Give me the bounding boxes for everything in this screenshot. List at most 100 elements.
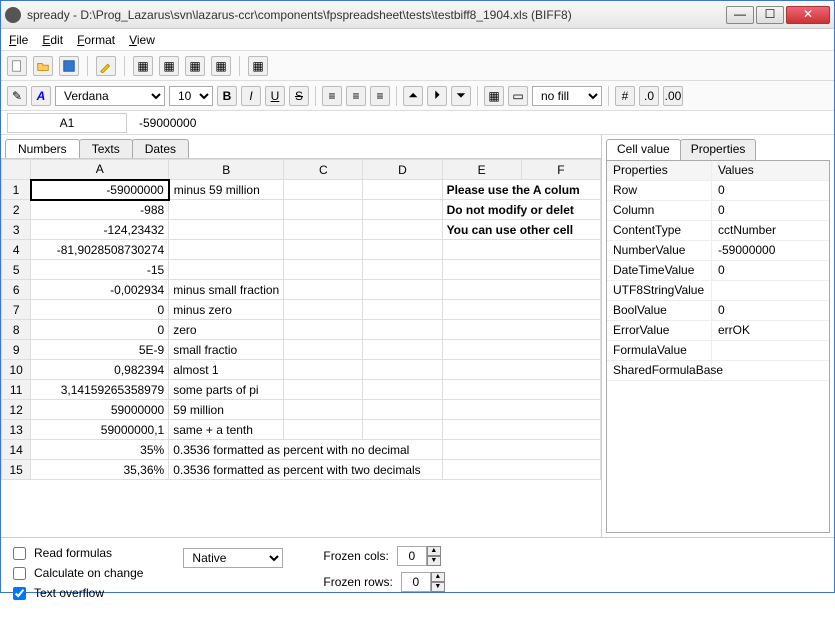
row-header[interactable]: 12 [2, 400, 31, 420]
align-left-icon[interactable]: ≡ [322, 86, 342, 106]
row-header[interactable]: 1 [2, 180, 31, 200]
cell[interactable]: -988 [31, 200, 169, 220]
menu-format[interactable]: Format [77, 33, 115, 47]
row-header[interactable]: 11 [2, 380, 31, 400]
col-header-B[interactable]: B [169, 160, 284, 180]
font-name-select[interactable]: Verdana [55, 86, 165, 106]
cell[interactable] [169, 240, 284, 260]
cell[interactable] [363, 260, 442, 280]
align-right-icon[interactable]: ≡ [370, 86, 390, 106]
cell[interactable] [284, 240, 363, 260]
cell[interactable] [169, 220, 284, 240]
cell[interactable]: small fractio [169, 340, 284, 360]
new-file-icon[interactable] [7, 56, 27, 76]
cell[interactable] [363, 400, 442, 420]
cell[interactable]: 35,36% [31, 460, 169, 480]
cell[interactable] [442, 240, 600, 260]
decimal-inc-icon[interactable]: .0 [639, 86, 659, 106]
cell[interactable]: zero [169, 320, 284, 340]
cell[interactable]: -0,002934 [31, 280, 169, 300]
cell[interactable] [363, 220, 442, 240]
cell[interactable] [284, 280, 363, 300]
col-header-D[interactable]: D [363, 160, 442, 180]
col-header-C[interactable]: C [284, 160, 363, 180]
cell[interactable] [442, 400, 600, 420]
row-header[interactable]: 3 [2, 220, 31, 240]
cell[interactable] [284, 200, 363, 220]
spreadsheet-grid[interactable]: ABCDEF1 -59000000 minus 59 million Pleas… [1, 159, 601, 537]
font-size-select[interactable]: 10 [169, 86, 213, 106]
cell[interactable]: -124,23432 [31, 220, 169, 240]
row-header[interactable]: 2 [2, 200, 31, 220]
merge-icon[interactable]: ▭ [508, 86, 528, 106]
row-header[interactable]: 5 [2, 260, 31, 280]
cell[interactable] [284, 380, 363, 400]
cell[interactable] [284, 220, 363, 240]
tab-texts[interactable]: Texts [79, 139, 133, 158]
cell[interactable]: 59 million [169, 400, 284, 420]
row-header[interactable]: 4 [2, 240, 31, 260]
cell[interactable] [442, 320, 600, 340]
row-header[interactable]: 14 [2, 440, 31, 460]
cell[interactable]: -15 [31, 260, 169, 280]
property-row[interactable]: FormulaValue [607, 341, 829, 361]
cell[interactable] [363, 280, 442, 300]
cell[interactable] [442, 360, 600, 380]
cell[interactable] [442, 280, 600, 300]
edit-icon[interactable] [96, 56, 116, 76]
border-icon[interactable]: ▦ [484, 86, 504, 106]
menu-edit[interactable]: Edit [42, 33, 63, 47]
row-header[interactable]: 13 [2, 420, 31, 440]
maximize-button[interactable]: ☐ [756, 6, 784, 24]
sheet-copy-icon[interactable]: ▦ [185, 56, 205, 76]
cell[interactable] [363, 300, 442, 320]
open-file-icon[interactable] [33, 56, 53, 76]
cell[interactable]: 5E-9 [31, 340, 169, 360]
row-header[interactable]: 9 [2, 340, 31, 360]
cell[interactable]: some parts of pi [169, 380, 284, 400]
col-header-E[interactable]: E [442, 160, 521, 180]
cell[interactable] [442, 340, 600, 360]
row-header[interactable]: 15 [2, 460, 31, 480]
cell[interactable] [442, 440, 600, 460]
cell[interactable]: Please use the A colum [442, 180, 600, 200]
sheet-move-icon[interactable]: ▦ [211, 56, 231, 76]
menu-file[interactable]: File [9, 33, 28, 47]
property-row[interactable]: Column0 [607, 201, 829, 221]
brush-icon[interactable]: ✎ [7, 86, 27, 106]
tab-dates[interactable]: Dates [132, 139, 189, 158]
cell[interactable] [442, 420, 600, 440]
cell[interactable]: You can use other cell [442, 220, 600, 240]
frozen-rows-spinner[interactable]: ▲▼ [401, 572, 445, 592]
tab-properties[interactable]: Properties [680, 139, 757, 161]
cell[interactable] [284, 320, 363, 340]
menu-view[interactable]: View [129, 33, 155, 47]
cell-name-box[interactable]: A1 [7, 113, 127, 133]
row-header[interactable]: 10 [2, 360, 31, 380]
frozen-cols-spinner[interactable]: ▲▼ [397, 546, 441, 566]
cell[interactable] [442, 460, 600, 480]
cell[interactable] [284, 420, 363, 440]
cell[interactable] [284, 400, 363, 420]
cell[interactable] [363, 380, 442, 400]
property-row[interactable]: ErrorValueerrOK [607, 321, 829, 341]
cell[interactable] [169, 200, 284, 220]
cell[interactable] [363, 360, 442, 380]
number-format-icon[interactable]: # [615, 86, 635, 106]
col-header-F[interactable]: F [521, 160, 600, 180]
property-row[interactable]: NumberValue-59000000 [607, 241, 829, 261]
minimize-button[interactable]: — [726, 6, 754, 24]
strike-icon[interactable]: S [289, 86, 309, 106]
cell[interactable]: 59000000 [31, 400, 169, 420]
cell[interactable]: same + a tenth [169, 420, 284, 440]
cell[interactable]: 3,14159265358979 [31, 380, 169, 400]
formula-bar[interactable]: -59000000 [133, 116, 828, 130]
valign-top-icon[interactable]: ⏶ [403, 86, 423, 106]
col-header-A[interactable]: A [31, 160, 169, 180]
property-row[interactable]: ContentTypecctNumber [607, 221, 829, 241]
cell[interactable] [442, 260, 600, 280]
cell[interactable]: almost 1 [169, 360, 284, 380]
cell[interactable] [363, 320, 442, 340]
cell[interactable] [284, 260, 363, 280]
decimal-dec-icon[interactable]: .00 [663, 86, 683, 106]
